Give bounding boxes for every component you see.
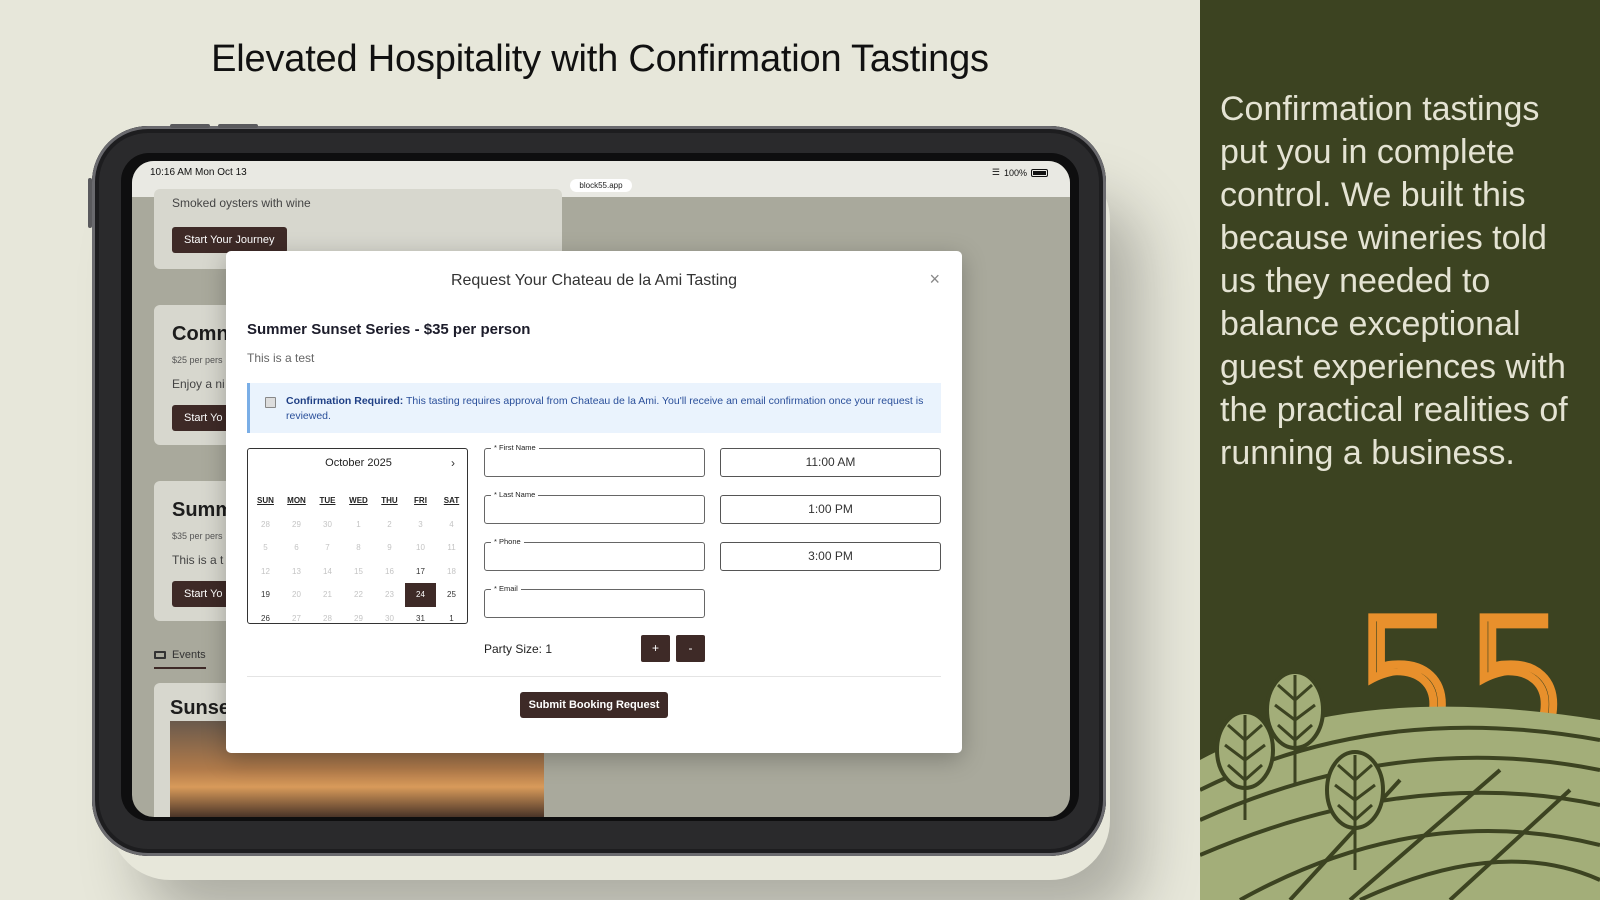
volume-button bbox=[170, 124, 210, 128]
start-journey-button[interactable]: Start Your Journey bbox=[172, 227, 287, 253]
calendar-grid: SUN MON TUE WED THU FRI SAT 28 29 30 1 2 3 4 5 6 7 8 9 10 11… bbox=[250, 489, 467, 630]
info-icon bbox=[265, 397, 276, 408]
time-slot-button[interactable]: 1:00 PM bbox=[720, 495, 941, 524]
confirmation-notice: Confirmation Required: This tasting requ… bbox=[247, 383, 941, 433]
calendar-day[interactable]: 24 bbox=[405, 583, 436, 607]
calendar-day[interactable]: 31 bbox=[405, 607, 436, 631]
series-title: Summer Sunset Series - $35 per person bbox=[247, 321, 531, 338]
card-price: $35 per pers bbox=[172, 531, 223, 541]
calendar-day: 3 bbox=[418, 519, 423, 529]
calendar-day: 4 bbox=[449, 519, 454, 529]
calendar-day: 2 bbox=[387, 519, 392, 529]
page-title: Elevated Hospitality with Confirmation T… bbox=[211, 38, 989, 80]
notice-bold: Confirmation Required: bbox=[286, 395, 404, 407]
calendar-day: 9 bbox=[387, 543, 392, 552]
first-name-field[interactable]: * First Name bbox=[484, 443, 705, 477]
last-name-field[interactable]: * Last Name bbox=[484, 490, 705, 524]
side-button bbox=[88, 178, 92, 228]
calendar-day: 21 bbox=[323, 590, 332, 599]
weekday-header: WED bbox=[349, 496, 368, 505]
calendar-day: 11 bbox=[447, 543, 456, 552]
notice-text: Confirmation Required: This tasting requ… bbox=[286, 394, 936, 424]
phone-label: * Phone bbox=[491, 537, 524, 546]
marketing-panel: Confirmation tastings put you in complet… bbox=[1200, 0, 1600, 900]
tab-events-label: Events bbox=[172, 649, 206, 661]
party-size-label: Party Size: 1 bbox=[484, 642, 553, 656]
email-field[interactable]: * Email bbox=[484, 584, 705, 618]
calendar-day[interactable]: 1 bbox=[436, 607, 467, 631]
calendar-day: 30 bbox=[385, 613, 394, 623]
wifi-icon: ☰ bbox=[991, 167, 1000, 177]
calendar-day: 1 bbox=[356, 519, 361, 529]
calendar-day: 16 bbox=[385, 566, 394, 576]
battery-icon bbox=[1031, 168, 1048, 177]
calendar-day: 13 bbox=[292, 566, 301, 576]
time-slot-button[interactable]: 3:00 PM bbox=[720, 542, 941, 571]
calendar-day: 22 bbox=[354, 590, 363, 599]
last-name-label: * Last Name bbox=[491, 490, 539, 499]
calendar-day: 10 bbox=[416, 543, 425, 552]
battery-label: 100% bbox=[1003, 167, 1027, 178]
ipad-screen: 10:16 AM Mon Oct 13 ☰ 100% block55.app S… bbox=[132, 161, 1070, 817]
card-price: $25 per pers bbox=[172, 355, 223, 365]
calendar-day: 20 bbox=[292, 590, 301, 599]
weekday-header: THU bbox=[381, 496, 398, 505]
calendar-month: October 2025 bbox=[325, 457, 392, 469]
calendar-day[interactable]: 25 bbox=[436, 583, 467, 607]
card-description: Enjoy a ni bbox=[172, 377, 225, 391]
status-right: ☰ 100% bbox=[992, 167, 1048, 178]
first-name-label: * First Name bbox=[491, 443, 539, 452]
calendar-day: 12 bbox=[261, 566, 270, 576]
calendar-day[interactable]: 17 bbox=[405, 560, 436, 584]
weekday-header: FRI bbox=[414, 496, 427, 505]
email-label: * Email bbox=[491, 584, 521, 593]
url-bar[interactable]: block55.app bbox=[570, 179, 632, 192]
calendar-day[interactable]: 19 bbox=[250, 583, 281, 607]
decrease-party-button[interactable]: - bbox=[676, 635, 705, 662]
calendar-day: 27 bbox=[292, 613, 301, 623]
calendar-day: 5 bbox=[263, 543, 268, 552]
calendar-day: 15 bbox=[354, 566, 363, 576]
calendar-day: 23 bbox=[385, 590, 394, 599]
chevron-right-icon[interactable]: › bbox=[451, 456, 455, 470]
calendar-day: 30 bbox=[323, 519, 332, 529]
tab-events[interactable]: Events bbox=[154, 649, 206, 669]
card-description: Smoked oysters with wine bbox=[172, 196, 311, 210]
event-card-title: Sunse bbox=[170, 697, 231, 719]
time-slot-button[interactable]: 11:00 AM bbox=[720, 448, 941, 477]
weekday-header: SAT bbox=[443, 496, 460, 505]
modal-title: Request Your Chateau de la Ami Tasting bbox=[450, 272, 738, 289]
weekday-header: TUE bbox=[319, 496, 336, 505]
divider bbox=[247, 676, 941, 677]
ticket-icon bbox=[154, 651, 166, 659]
weekday-header: MON bbox=[287, 496, 306, 505]
calendar-day: 7 bbox=[325, 543, 330, 552]
calendar-day: 14 bbox=[323, 566, 332, 576]
calendar-day: 28 bbox=[323, 613, 332, 623]
calendar-day: 6 bbox=[294, 543, 299, 552]
card-description: This is a t bbox=[172, 553, 224, 567]
vineyard-logo: 55 bbox=[1200, 580, 1600, 900]
submit-booking-button[interactable]: Submit Booking Request bbox=[520, 692, 668, 718]
calendar-day: 28 bbox=[261, 519, 270, 529]
booking-modal: Request Your Chateau de la Ami Tasting ×… bbox=[226, 251, 962, 753]
close-icon[interactable]: × bbox=[929, 269, 940, 290]
date-calendar: October 2025 › SUN MON TUE WED THU FRI SAT 28 29… bbox=[247, 448, 468, 624]
weekday-header: SUN bbox=[257, 496, 274, 505]
increase-party-button[interactable]: + bbox=[641, 635, 670, 662]
calendar-day[interactable]: 26 bbox=[250, 607, 281, 631]
calendar-day: 18 bbox=[447, 566, 456, 576]
series-description: This is a test bbox=[247, 351, 315, 365]
card-title: Comn bbox=[172, 323, 229, 345]
calendar-day: 29 bbox=[292, 519, 301, 529]
panel-text: Confirmation tastings put you in complet… bbox=[1220, 90, 1568, 472]
volume-button bbox=[218, 124, 258, 128]
status-time: 10:16 AM Mon Oct 13 bbox=[150, 167, 247, 178]
calendar-day: 29 bbox=[354, 613, 363, 623]
phone-field[interactable]: * Phone bbox=[484, 537, 705, 571]
card-title: Summ bbox=[172, 499, 234, 521]
calendar-day: 8 bbox=[356, 543, 361, 552]
